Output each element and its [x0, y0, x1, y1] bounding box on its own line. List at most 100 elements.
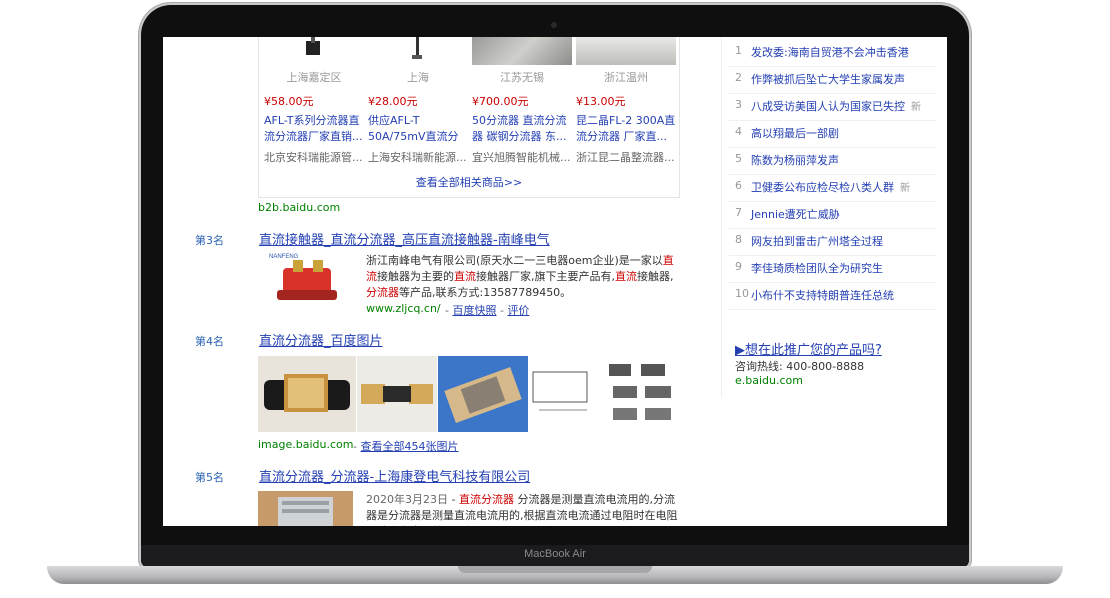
product-card[interactable]: 上海 ¥28.00元 供应AFL-T 50A/75mV直流分流 上海安科瑞新能源… [368, 37, 468, 165]
image-result[interactable] [258, 356, 356, 432]
hot-list-item[interactable]: 3 八成受访美国人认为国家已失控新 [729, 94, 937, 121]
hot-rank: 4 [735, 125, 742, 138]
hot-rank: 7 [735, 206, 742, 219]
desc-highlight: 直流 [615, 270, 637, 283]
hot-list-item[interactable]: 2 作弊被抓后坠亡大学生家属发声 [729, 67, 937, 94]
hot-list-item[interactable]: 10 小布什不支持特朗普连任总统 [729, 283, 937, 310]
hot-rank: 2 [735, 71, 742, 84]
result-date: 2020年3月23日 [366, 493, 448, 506]
hot-list-item[interactable]: 9 李佳琦质检团队全为研究生 [729, 256, 937, 283]
hot-list-item[interactable]: 6 卫健委公布应检尽检八类人群新 [729, 175, 937, 202]
promo-link[interactable]: ▶想在此推广您的产品吗? [735, 339, 882, 358]
product-location: 江苏无锡 [500, 71, 544, 84]
hot-title[interactable]: 作弊被抓后坠亡大学生家属发声 [751, 71, 911, 87]
result-rank: 第5名 [195, 471, 224, 484]
result-rank: 第3名 [195, 234, 224, 247]
new-badge: 新 [900, 183, 910, 194]
hot-rank: 10 [735, 287, 749, 300]
product-image[interactable] [368, 37, 468, 65]
product-company: 宜兴旭腾智能机械... [472, 151, 571, 164]
product-company: 北京安科瑞能源管... [264, 151, 363, 164]
hot-title-text: 李佳琦质检团队全为研究生 [751, 262, 883, 275]
product-location: 浙江温州 [604, 71, 648, 84]
hot-title[interactable]: 李佳琦质检团队全为研究生 [751, 260, 889, 276]
hot-list-item[interactable]: 8 网友拍到雷击广州塔全过程 [729, 229, 937, 256]
result-title-link[interactable]: 直流接触器_直流分流器_高压直流接触器-南峰电气 [259, 229, 550, 248]
desc-text: 等产品,联系方式:13587789450。 [399, 286, 572, 299]
hot-title[interactable]: 发改委:海南自贸港不会冲击香港 [751, 44, 915, 60]
product-price: ¥58.00元 [264, 95, 314, 108]
more-images-link[interactable]: 查看全部454张图片 [360, 440, 458, 453]
hot-title[interactable]: Jennie遭死亡威胁 [751, 206, 846, 222]
desc-text: 接触器, [637, 270, 674, 283]
product-name[interactable]: 昆二晶FL-2 300A直流分流器 厂家直... [576, 113, 676, 145]
result-meta: - 百度快照 - 评价 [445, 304, 530, 317]
hot-rank: 5 [735, 152, 742, 165]
result-thumbnail[interactable]: NANFENG [263, 250, 357, 310]
product-card[interactable]: 浙江温州 ¥13.00元 昆二晶FL-2 300A直流分流器 厂家直... 浙江… [576, 37, 676, 165]
hot-list-item[interactable]: 1 发改委:海南自贸港不会冲击香港 [729, 40, 937, 67]
product-price: ¥13.00元 [576, 95, 626, 108]
hot-title[interactable]: 小布什不支持特朗普连任总统 [751, 287, 900, 303]
hot-title-text: Jennie遭死亡威胁 [751, 208, 840, 221]
product-name[interactable]: AFL-T系列分流器直流分流器厂家直销... [264, 113, 364, 145]
hot-list-item[interactable]: 7 Jennie遭死亡威胁 [729, 202, 937, 229]
hotline-number: 400-800-8888 [786, 360, 865, 373]
product-location: 上海 [407, 71, 429, 84]
hot-title-text: 作弊被抓后坠亡大学生家属发声 [751, 73, 905, 86]
hot-title-text: 八成受访美国人认为国家已失控 [751, 100, 905, 113]
hot-title-text: 小布什不支持特朗普连任总统 [751, 289, 894, 302]
hot-list-item[interactable]: 4 高以翔最后一部剧 [729, 121, 937, 148]
result-title-link[interactable]: 直流分流器_分流器-上海康登电气科技有限公司 [259, 466, 530, 485]
result-description: 2020年3月23日 - 直流分流器 分流器是测量直流电流用的,分流器是分流器是… [366, 492, 678, 526]
product-image[interactable] [576, 37, 676, 65]
b2b-product-panel: 上海嘉定区 ¥58.00元 AFL-T系列分流器直流分流器厂家直销... 北京安… [258, 37, 680, 198]
device-brand-label: MacBook Air [524, 548, 586, 560]
svg-text:NANFENG: NANFENG [269, 254, 299, 260]
hot-title-text: 卫健委公布应检尽检八类人群 [751, 181, 894, 194]
product-location: 上海嘉定区 [286, 71, 342, 84]
hotline-label: 咨询热线: [735, 360, 783, 373]
hot-title-text: 网友拍到雷击广州塔全过程 [751, 235, 883, 248]
desc-text: 接触器厂家,旗下主要产品有, [476, 270, 615, 283]
product-company: 浙江昆二晶整流器... [576, 151, 675, 164]
desc-highlight: 直流 [454, 270, 476, 283]
product-price: ¥28.00元 [368, 95, 418, 108]
new-badge: 新 [911, 102, 921, 113]
image-result[interactable] [357, 356, 437, 432]
result-thumbnail[interactable] [258, 491, 353, 526]
more-goods-link[interactable]: 查看全部相关商品>> [259, 174, 679, 190]
hot-rank: 9 [735, 260, 742, 273]
hot-title[interactable]: 八成受访美国人认为国家已失控新 [751, 98, 921, 114]
laptop-notch [458, 566, 652, 573]
review-link[interactable]: 评价 [507, 304, 529, 317]
image-result[interactable] [529, 356, 679, 432]
hot-title[interactable]: 高以翔最后一部剧 [751, 125, 845, 141]
promo-url: e.baidu.com [735, 374, 803, 387]
product-name[interactable]: 供应AFL-T 50A/75mV直流分流 [368, 113, 468, 145]
result-title-link[interactable]: 直流分流器_百度图片 [259, 330, 383, 349]
hot-rank: 1 [735, 44, 742, 57]
hot-title-text: 发改委:海南自贸港不会冲击香港 [751, 46, 909, 59]
result-rank: 第4名 [195, 335, 224, 348]
product-card[interactable]: 江苏无锡 ¥700.00元 50分流器 直流分流器 碳钢分流器 东... 宜兴旭… [472, 37, 572, 165]
hot-title[interactable]: 网友拍到雷击广州塔全过程 [751, 233, 889, 249]
product-company: 上海安科瑞新能源... [368, 151, 467, 164]
desc-text: 浙江南峰电气有限公司(原天水二一三电器oem企业)是一家以 [366, 254, 663, 267]
desc-text: 接触器为主要的 [377, 270, 454, 283]
hot-title[interactable]: 卫健委公布应检尽检八类人群新 [751, 179, 910, 195]
result-url: image.baidu.com [258, 438, 354, 451]
product-card[interactable]: 上海嘉定区 ¥58.00元 AFL-T系列分流器直流分流器厂家直销... 北京安… [264, 37, 364, 165]
promo-hotline: 咨询热线: 400-800-8888 [735, 358, 864, 374]
product-image[interactable] [264, 37, 364, 65]
hot-title[interactable]: 陈数为杨丽萍发声 [751, 152, 845, 168]
image-result[interactable] [438, 356, 528, 432]
browser-screen: 上海嘉定区 ¥58.00元 AFL-T系列分流器直流分流器厂家直销... 北京安… [163, 37, 947, 526]
hot-list-item[interactable]: 5 陈数为杨丽萍发声 [729, 148, 937, 175]
hot-title-text: 陈数为杨丽萍发声 [751, 154, 839, 167]
desc-highlight: 分流器 [366, 286, 399, 299]
product-image[interactable] [472, 37, 572, 65]
snapshot-link[interactable]: 百度快照 [452, 304, 496, 317]
product-name[interactable]: 50分流器 直流分流器 碳钢分流器 东... [472, 113, 572, 145]
desc-highlight: 直流分流器 [458, 493, 514, 506]
